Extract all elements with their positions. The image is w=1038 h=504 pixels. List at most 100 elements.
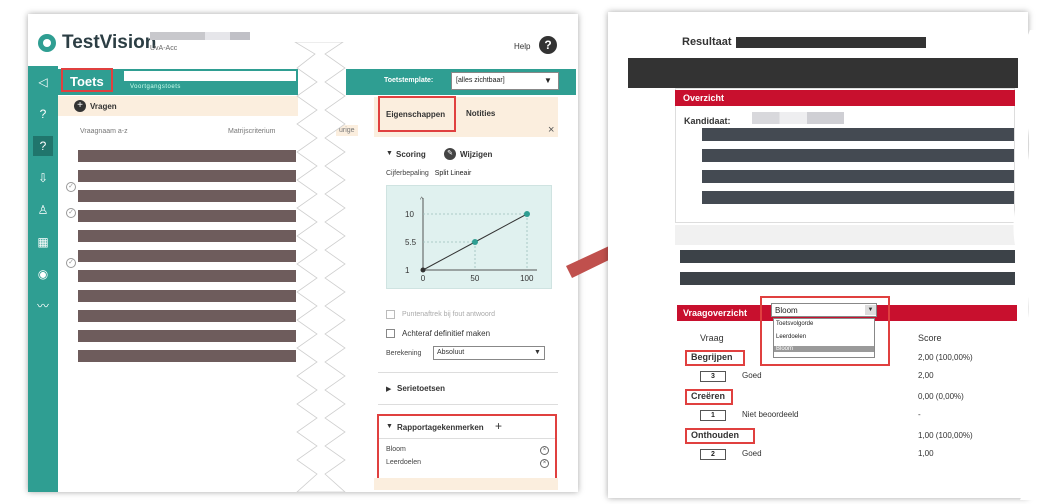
toets-name-input[interactable]: [124, 71, 296, 81]
add-icon[interactable]: +: [495, 419, 502, 433]
chevron-down-icon[interactable]: ▼: [544, 76, 552, 85]
table-row[interactable]: [78, 350, 296, 362]
question-score: 2,00: [918, 371, 934, 380]
table-row[interactable]: [78, 310, 296, 322]
berekening-label: Berekening: [386, 350, 422, 357]
question-square-icon[interactable]: ?: [33, 136, 53, 156]
serietoetsen-label[interactable]: Serietoetsen: [397, 384, 445, 393]
table-row[interactable]: [78, 330, 296, 342]
achteraf-checkbox[interactable]: [386, 329, 395, 338]
tab-eigenschappen[interactable]: Eigenschappen: [378, 96, 456, 132]
calculator-icon[interactable]: ▦: [33, 232, 53, 252]
eye-icon[interactable]: ◉: [33, 264, 53, 284]
help-icon[interactable]: ?: [539, 36, 557, 54]
scoring-label[interactable]: Scoring: [396, 150, 426, 159]
overzicht-header: Overzicht: [675, 90, 1015, 106]
y-tick-label: 1: [405, 266, 410, 275]
divider: [378, 372, 558, 373]
divider: [378, 404, 558, 405]
redacted-line: [702, 128, 1014, 141]
export-icon[interactable]: ⇩: [33, 168, 53, 188]
table-row[interactable]: [78, 210, 296, 222]
category-label: Begrijpen: [691, 352, 733, 362]
chart-icon[interactable]: 〰: [33, 296, 53, 316]
table-row[interactable]: [78, 190, 296, 202]
column-header-matrijscriterium[interactable]: Matrijscriterium: [228, 128, 275, 135]
scoring-chart: ^ 1 5.5 10 0 50 100: [386, 185, 552, 289]
toets-highlight-box: [61, 68, 113, 92]
resultaat-label: Resultaat: [682, 36, 732, 48]
testvision-logo[interactable]: TestVision: [38, 32, 156, 54]
option-bloom[interactable]: Bloom: [774, 346, 874, 352]
table-row[interactable]: [78, 230, 296, 242]
help-label[interactable]: Help: [514, 42, 530, 51]
column-header-vraagnaam[interactable]: Vraagnaam a-z: [80, 128, 128, 135]
remove-icon[interactable]: ×: [540, 446, 549, 455]
grouping-select[interactable]: Bloom: [771, 303, 877, 317]
option-leerdoelen[interactable]: Leerdoelen: [776, 334, 806, 340]
x-tick-label: 0: [421, 274, 426, 283]
toetstemplate-label: Toetstemplate:: [384, 77, 434, 84]
question-status: Goed: [742, 449, 762, 458]
table-row[interactable]: [78, 150, 296, 162]
data-point: [472, 239, 478, 245]
question-number[interactable]: 1: [700, 410, 726, 421]
logo-text: TestVision: [62, 32, 157, 53]
category-score: 1,00 (100,00%): [918, 431, 973, 440]
question-score: -: [918, 410, 921, 419]
data-point: [420, 267, 426, 273]
toets-subtitle: Voortgangstoets: [130, 84, 181, 90]
close-icon[interactable]: ×: [548, 124, 554, 136]
data-point: [524, 211, 530, 217]
kandidaat-label: Kandidaat:: [684, 116, 731, 126]
toetstemplate-select[interactable]: [alles zichtbaar]: [451, 72, 559, 90]
berekening-select[interactable]: Absoluut: [433, 346, 545, 360]
caret-down-icon[interactable]: ▼: [386, 150, 393, 157]
remove-icon[interactable]: ×: [540, 459, 549, 468]
achteraf-label: Achteraf definitief maken: [402, 329, 491, 338]
chevron-down-icon[interactable]: ▼: [534, 349, 541, 356]
puntenaftrek-label: Puntenaftrek bij fout antwoord: [402, 311, 496, 318]
edit-icon[interactable]: ✎: [444, 148, 456, 160]
rapportagekenmerken-label[interactable]: Rapportagekenmerken: [397, 423, 484, 432]
caret-right-icon[interactable]: ▶: [386, 385, 391, 393]
cijferbepaling-value: Split Lineair: [434, 170, 472, 177]
category-label: Onthouden: [691, 430, 739, 440]
table-row[interactable]: [78, 250, 296, 262]
category-score: 2,00 (100,00%): [918, 353, 973, 362]
wijzigen-button[interactable]: Wijzigen: [460, 150, 492, 159]
puntenaftrek-checkbox[interactable]: [386, 310, 395, 319]
add-question-icon[interactable]: +: [74, 100, 86, 112]
torn-edge-bottom: [608, 468, 1028, 498]
redacted-line: [702, 170, 1014, 183]
question-status: Goed: [742, 371, 762, 380]
table-row[interactable]: [78, 170, 296, 182]
tab-notities[interactable]: Notities: [466, 109, 495, 118]
category-score: 0,00 (0,00%): [918, 392, 964, 401]
bottom-strip: [374, 478, 558, 490]
redacted-title: [736, 37, 926, 48]
table-row[interactable]: [78, 290, 296, 302]
cijferbepaling-row: Cijferbepaling Split Lineair: [386, 170, 471, 177]
vragen-label[interactable]: Vragen: [90, 102, 117, 111]
caret-down-icon[interactable]: ▼: [386, 423, 393, 430]
column-header-vraag: Vraag: [700, 333, 724, 343]
back-icon[interactable]: ◁: [33, 72, 53, 92]
question-number[interactable]: 3: [700, 371, 726, 382]
category-label: Creëren: [691, 391, 726, 401]
logo-icon: [38, 34, 56, 52]
question-number[interactable]: 2: [700, 449, 726, 460]
check-circle-icon: ✓: [66, 182, 76, 192]
divider: [379, 438, 555, 439]
help-circle-icon[interactable]: ?: [33, 104, 53, 124]
user-icon[interactable]: ♙: [33, 200, 53, 220]
scoring-chart-svg: ^15.5100 50 100: [405, 197, 537, 283]
cijferbepaling-label: Cijferbepaling: [386, 170, 429, 177]
chevron-down-icon[interactable]: ▼: [865, 305, 876, 315]
screenshot-root: TestVision UvA-Acc Help ? ◁?? ⇩ ♙ ▦ ◉ 〰 Toets…: [0, 0, 1038, 504]
option-toetsvolgorde[interactable]: Toetsvolgorde: [776, 321, 813, 327]
x-tick-label: 50: [470, 274, 479, 283]
table-row[interactable]: [78, 270, 296, 282]
rapportage-item-bloom: Bloom: [386, 446, 406, 453]
y-tick-label: 10: [405, 210, 414, 219]
